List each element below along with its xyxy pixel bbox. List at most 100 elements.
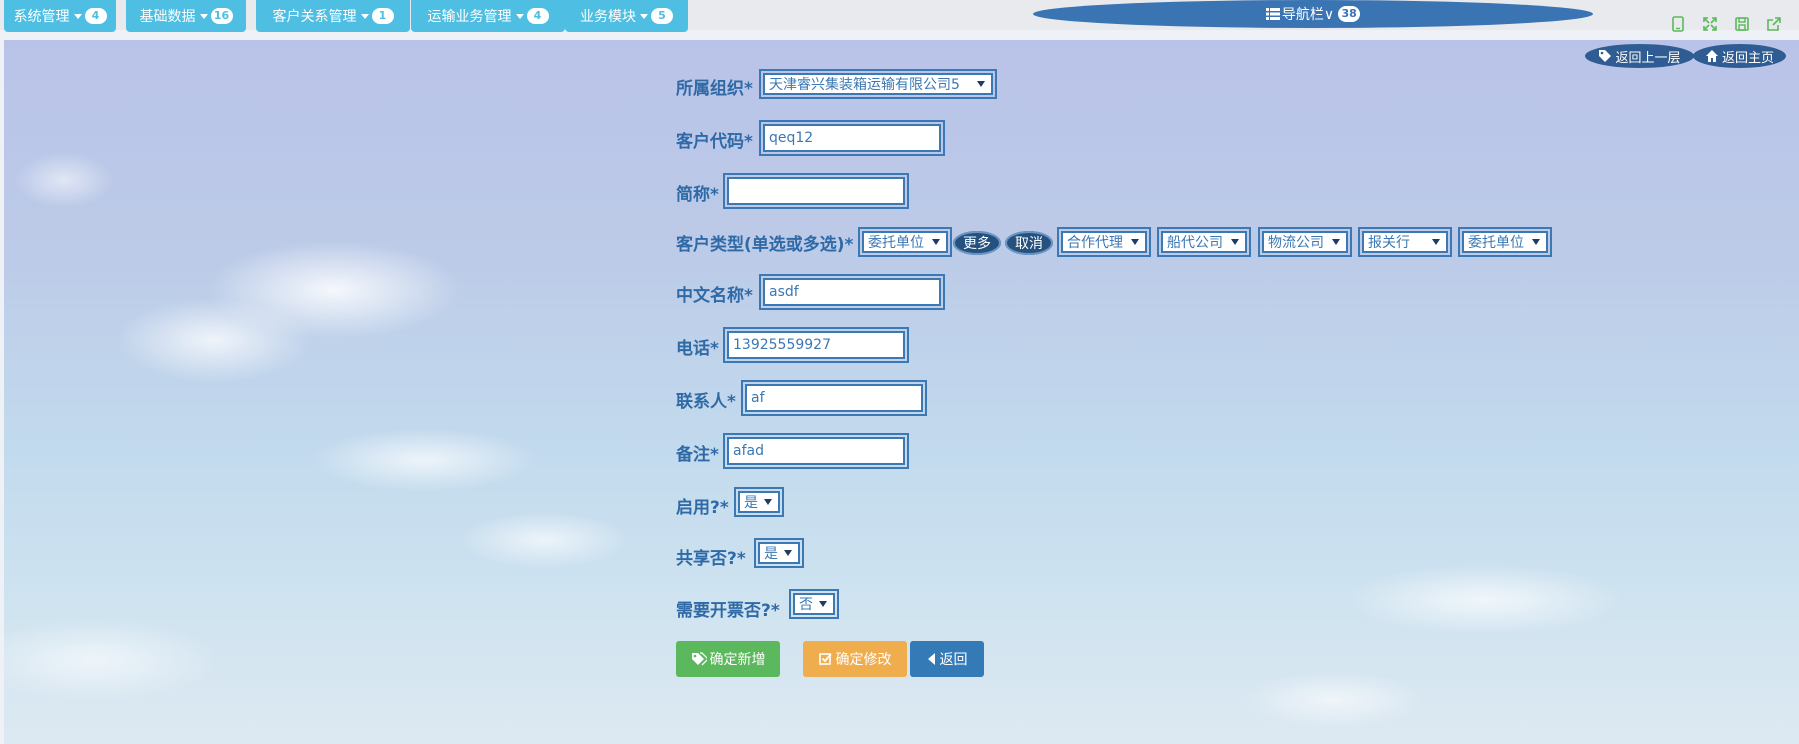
org-select[interactable]: 天津睿兴集装箱运输有限公司5: [759, 69, 997, 99]
short-name-label: 简称*: [676, 185, 719, 205]
cust-type-select-2-value: 合作代理: [1067, 235, 1123, 251]
export-icon[interactable]: [1764, 14, 1784, 34]
cust-type-select-6-value: 委托单位: [1468, 235, 1524, 251]
tool-icons: [1668, 14, 1784, 34]
dropdown-arrow-icon: [819, 601, 827, 607]
chevron-down-icon: [199, 13, 208, 19]
navbar-badge: 38: [1338, 6, 1361, 22]
home-label: 返回主页: [1721, 50, 1774, 66]
menu-business-label: 业务模块: [580, 9, 636, 25]
cust-type-select-3[interactable]: 船代公司: [1157, 227, 1251, 257]
contact-label: 联系人*: [676, 392, 736, 412]
confirm-add-button[interactable]: 确定新增: [676, 641, 780, 677]
dropdown-arrow-icon: [784, 550, 792, 556]
cust-type-select-1-value: 委托单位: [868, 235, 924, 251]
navbar-label: 导航栏∨: [1281, 7, 1335, 23]
back-level-button[interactable]: 返回上一层: [1585, 44, 1694, 68]
invoice-value: 否: [799, 597, 813, 613]
cust-type-select-1[interactable]: 委托单位: [858, 227, 952, 257]
cust-type-select-4[interactable]: 物流公司: [1258, 227, 1352, 257]
menu-crm-badge: 1: [371, 8, 394, 24]
remark-label: 备注*: [676, 445, 719, 465]
dropdown-arrow-icon: [932, 239, 940, 245]
check-square-icon: [818, 653, 832, 665]
cust-type-select-5-value: 报关行: [1368, 235, 1410, 251]
tags-icon: [691, 652, 707, 666]
tag-icon: [1599, 50, 1612, 62]
menu-transport[interactable]: 运输业务管理 4: [411, 0, 565, 32]
menu-business-badge: 5: [651, 8, 673, 24]
dropdown-arrow-icon: [977, 81, 985, 87]
code-value: qeq12: [769, 130, 814, 146]
code-input[interactable]: qeq12: [759, 120, 945, 156]
remark-value: afad: [733, 443, 764, 459]
cust-type-select-4-value: 物流公司: [1268, 235, 1324, 251]
dropdown-arrow-icon: [1131, 239, 1139, 245]
mobile-icon[interactable]: [1668, 14, 1688, 34]
phone-label: 电话*: [676, 339, 719, 359]
menu-basic-data[interactable]: 基础数据 16: [126, 0, 246, 32]
cust-type-select-3-value: 船代公司: [1167, 235, 1223, 251]
cn-name-input[interactable]: asdf: [759, 274, 945, 310]
cust-type-select-6[interactable]: 委托单位: [1458, 227, 1552, 257]
confirm-modify-button[interactable]: 确定修改: [803, 641, 907, 677]
menu-crm[interactable]: 客户关系管理 1: [256, 0, 410, 32]
phone-value: 13925559927: [733, 337, 831, 353]
cancel-label: 取消: [1015, 236, 1043, 252]
dropdown-arrow-icon: [1231, 239, 1239, 245]
dropdown-arrow-icon: [1532, 239, 1540, 245]
enabled-select[interactable]: 是: [734, 487, 784, 517]
menu-transport-badge: 4: [526, 8, 549, 24]
code-label: 客户代码*: [676, 132, 753, 152]
shared-label: 共享否?*: [676, 549, 746, 569]
back-button[interactable]: 返回: [910, 641, 984, 677]
chevron-down-icon: [360, 13, 369, 19]
enabled-label: 启用?*: [676, 498, 729, 518]
menu-transport-label: 运输业务管理: [427, 9, 512, 25]
cn-name-label: 中文名称*: [676, 286, 753, 306]
shared-select[interactable]: 是: [754, 538, 804, 568]
save-icon[interactable]: [1732, 14, 1752, 34]
remark-input[interactable]: afad: [723, 433, 909, 469]
contact-value: af: [751, 390, 765, 406]
cust-type-select-5[interactable]: 报关行: [1358, 227, 1452, 257]
fullscreen-icon[interactable]: [1700, 14, 1720, 34]
invoice-select[interactable]: 否: [789, 589, 839, 619]
cancel-button[interactable]: 取消: [1005, 231, 1053, 255]
chevron-down-icon: [73, 13, 82, 19]
org-label: 所属组织*: [676, 79, 753, 99]
cust-type-label: 客户类型(单选或多选)*: [676, 235, 854, 255]
menu-system[interactable]: 系统管理 4: [4, 0, 116, 32]
enabled-value: 是: [744, 495, 758, 511]
dropdown-arrow-icon: [764, 499, 772, 505]
chevron-down-icon: [515, 13, 524, 19]
menu-basic-data-label: 基础数据: [139, 9, 196, 25]
phone-input[interactable]: 13925559927: [723, 327, 909, 363]
home-icon: [1705, 50, 1718, 62]
menu-basic-data-badge: 16: [210, 8, 233, 24]
dropdown-arrow-icon: [1332, 239, 1340, 245]
more-button[interactable]: 更多: [953, 231, 1001, 255]
org-value: 天津睿兴集装箱运输有限公司5: [769, 77, 960, 93]
navbar-toggle[interactable]: 导航栏∨ 38: [1033, 0, 1593, 28]
dropdown-arrow-icon: [1432, 239, 1440, 245]
caret-left-icon: [927, 653, 935, 665]
contact-input[interactable]: af: [741, 380, 927, 416]
menu-system-label: 系统管理: [13, 9, 70, 25]
menu-system-badge: 4: [84, 8, 107, 24]
confirm-modify-label: 确定修改: [835, 652, 892, 668]
menu-crm-label: 客户关系管理: [272, 9, 357, 25]
confirm-add-label: 确定新增: [709, 652, 766, 668]
more-label: 更多: [963, 236, 991, 252]
cn-name-value: asdf: [769, 284, 799, 300]
list-icon: [1265, 8, 1280, 20]
shared-value: 是: [764, 546, 778, 562]
invoice-label: 需要开票否?*: [676, 601, 780, 621]
back-level-label: 返回上一层: [1615, 50, 1681, 66]
back-label: 返回: [939, 652, 968, 668]
short-name-input[interactable]: [723, 173, 909, 209]
home-button[interactable]: 返回主页: [1693, 44, 1786, 68]
menu-business[interactable]: 业务模块 5: [565, 0, 688, 32]
cust-type-select-2[interactable]: 合作代理: [1057, 227, 1151, 257]
chevron-down-icon: [640, 13, 648, 19]
